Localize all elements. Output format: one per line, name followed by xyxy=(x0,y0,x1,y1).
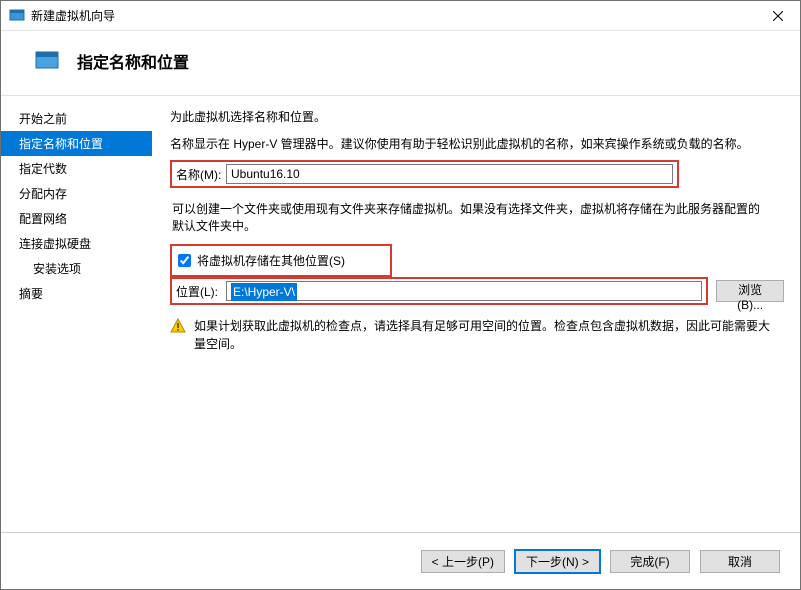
page-title: 指定名称和位置 xyxy=(77,49,189,73)
warning-row: 如果计划获取此虚拟机的检查点，请选择具有足够可用空间的位置。检查点包含虚拟机数据… xyxy=(170,317,784,353)
name-label: 名称(M): xyxy=(172,166,226,183)
location-label: 位置(L): xyxy=(172,283,226,300)
close-button[interactable] xyxy=(755,1,800,30)
close-icon xyxy=(773,11,783,21)
wizard-icon xyxy=(35,49,59,73)
next-button[interactable]: 下一步(N) > xyxy=(515,550,600,573)
store-other-location-label: 将虚拟机存储在其他位置(S) xyxy=(197,252,345,269)
finish-button[interactable]: 完成(F) xyxy=(610,550,690,573)
store-other-location-block: 将虚拟机存储在其他位置(S) xyxy=(170,244,392,277)
wizard-window: 新建虚拟机向导 指定名称和位置 开始之前 指定名称和位置 指定代数 分配内存 配… xyxy=(0,0,801,590)
wizard-sidebar: 开始之前 指定名称和位置 指定代数 分配内存 配置网络 连接虚拟硬盘 安装选项 … xyxy=(1,96,152,532)
warning-icon xyxy=(170,318,186,334)
step-name-location[interactable]: 指定名称和位置 xyxy=(1,131,152,156)
name-desc-text: 名称显示在 Hyper-V 管理器中。建议你使用有助于轻松识别此虚拟机的名称，如… xyxy=(170,135,784,152)
name-field-highlight: 名称(M): xyxy=(170,160,679,188)
wizard-footer: < 上一步(P) 下一步(N) > 完成(F) 取消 xyxy=(1,533,800,589)
wizard-body: 开始之前 指定名称和位置 指定代数 分配内存 配置网络 连接虚拟硬盘 安装选项 … xyxy=(1,96,800,532)
step-generation[interactable]: 指定代数 xyxy=(1,156,152,181)
location-field-highlight: 位置(L): E:\Hyper-V\ xyxy=(170,277,708,305)
titlebar: 新建虚拟机向导 xyxy=(1,1,800,31)
location-desc-text: 可以创建一个文件夹或使用现有文件夹来存储虚拟机。如果没有选择文件夹，虚拟机将存储… xyxy=(172,200,768,234)
step-summary[interactable]: 摘要 xyxy=(1,281,152,306)
browse-button[interactable]: 浏览(B)... xyxy=(716,280,784,302)
location-input[interactable] xyxy=(226,281,702,301)
step-memory[interactable]: 分配内存 xyxy=(1,181,152,206)
step-install-options[interactable]: 安装选项 xyxy=(1,256,152,281)
step-before-begin[interactable]: 开始之前 xyxy=(1,106,152,131)
app-icon xyxy=(9,8,25,24)
previous-button[interactable]: < 上一步(P) xyxy=(421,550,505,573)
intro-text: 为此虚拟机选择名称和位置。 xyxy=(170,108,784,125)
wizard-header: 指定名称和位置 xyxy=(1,31,800,95)
store-other-location-checkbox[interactable] xyxy=(178,254,191,267)
wizard-content: 为此虚拟机选择名称和位置。 名称显示在 Hyper-V 管理器中。建议你使用有助… xyxy=(152,96,800,532)
warning-text: 如果计划获取此虚拟机的检查点，请选择具有足够可用空间的位置。检查点包含虚拟机数据… xyxy=(194,317,774,353)
window-title: 新建虚拟机向导 xyxy=(31,7,755,24)
cancel-button[interactable]: 取消 xyxy=(700,550,780,573)
name-input[interactable] xyxy=(226,164,673,184)
step-network[interactable]: 配置网络 xyxy=(1,206,152,231)
step-vhd[interactable]: 连接虚拟硬盘 xyxy=(1,231,152,256)
